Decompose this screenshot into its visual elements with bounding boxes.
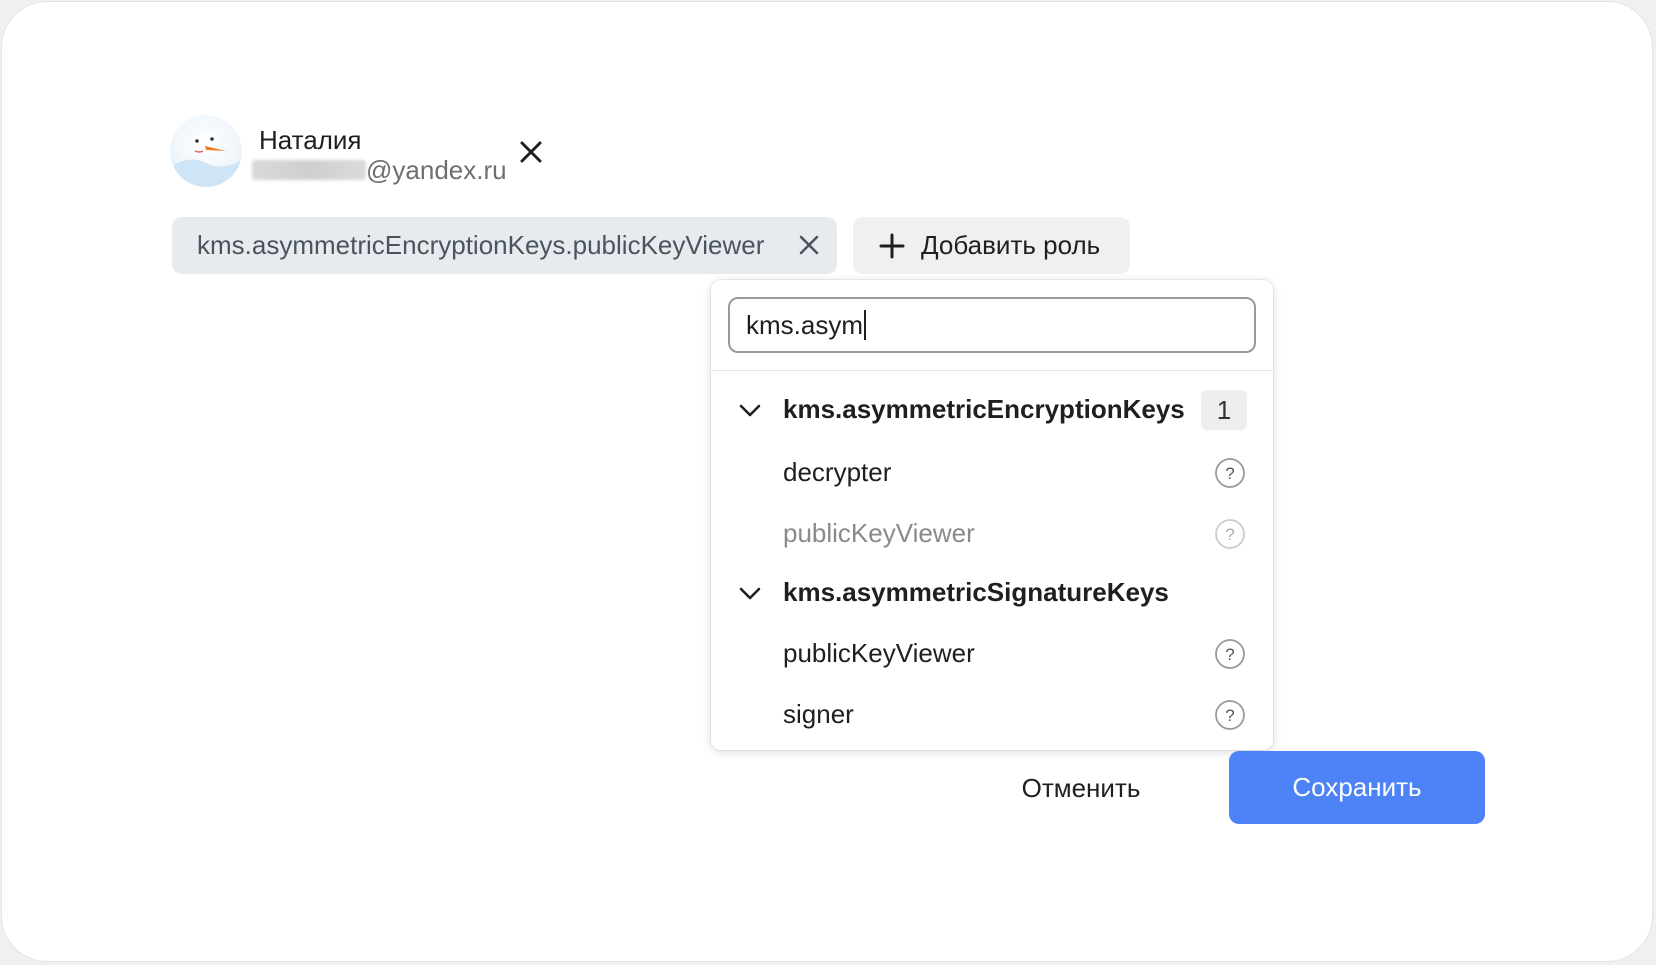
user-name: Наталия: [259, 125, 362, 155]
role-chip[interactable]: kms.asymmetricEncryptionKeys.publicKeyVi…: [172, 217, 837, 274]
role-item-label: publicKeyViewer: [783, 637, 975, 668]
role-picker-popup: kms.asym kms.asymmetricEncryptionKeys 1 …: [711, 280, 1273, 750]
role-item-public-key-viewer[interactable]: publicKeyViewer ?: [711, 625, 1273, 681]
remove-role-button[interactable]: [795, 231, 823, 259]
text-caret: [864, 310, 866, 340]
role-item-signer[interactable]: signer ?: [711, 686, 1273, 742]
role-group-signature-keys[interactable]: kms.asymmetricSignatureKeys: [711, 564, 1273, 620]
plus-icon: [879, 233, 905, 258]
add-role-button[interactable]: Добавить роль: [853, 217, 1130, 274]
svg-text:?: ?: [1225, 645, 1234, 664]
add-role-label: Добавить роль: [921, 230, 1101, 260]
snowman-avatar-icon: [170, 115, 242, 187]
email-domain: @yandex.ru: [366, 155, 507, 185]
role-item-label: publicKeyViewer: [783, 517, 975, 548]
role-search-value: kms.asym: [746, 309, 863, 340]
close-icon: [520, 141, 542, 163]
cancel-button[interactable]: Отменить: [991, 752, 1171, 824]
user-email: @yandex.ru: [252, 153, 507, 187]
chevron-down-icon: [739, 404, 761, 417]
role-chip-label: kms.asymmetricEncryptionKeys.publicKeyVi…: [197, 230, 765, 260]
user-avatar: [170, 115, 242, 187]
role-group-label: kms.asymmetricSignatureKeys: [783, 576, 1169, 607]
role-item-label: decrypter: [783, 456, 892, 487]
question-icon[interactable]: ?: [1214, 457, 1246, 489]
role-group-encryption-keys[interactable]: kms.asymmetricEncryptionKeys 1: [711, 381, 1273, 437]
save-button[interactable]: Сохранить: [1229, 751, 1485, 824]
chevron-down-icon: [739, 587, 761, 600]
question-icon[interactable]: ?: [1214, 638, 1246, 670]
role-search-input[interactable]: kms.asym: [728, 297, 1256, 353]
remove-user-button[interactable]: [516, 137, 546, 167]
selected-count-badge: 1: [1201, 390, 1247, 430]
role-item-public-key-viewer-disabled: publicKeyViewer ?: [711, 505, 1273, 561]
svg-text:?: ?: [1225, 464, 1234, 483]
divider: [711, 370, 1273, 371]
question-icon[interactable]: ?: [1214, 699, 1246, 731]
question-icon[interactable]: ?: [1214, 518, 1246, 550]
email-local-part-redacted: [252, 160, 366, 180]
role-group-label: kms.asymmetricEncryptionKeys: [783, 393, 1185, 424]
dialog-frame: Наталия @yandex.ru kms.asymmetricEncrypt…: [1, 1, 1653, 962]
svg-text:?: ?: [1225, 706, 1234, 725]
role-item-label: signer: [783, 698, 854, 729]
close-icon: [799, 235, 819, 255]
svg-text:?: ?: [1225, 525, 1234, 544]
role-item-decrypter[interactable]: decrypter ?: [711, 444, 1273, 500]
